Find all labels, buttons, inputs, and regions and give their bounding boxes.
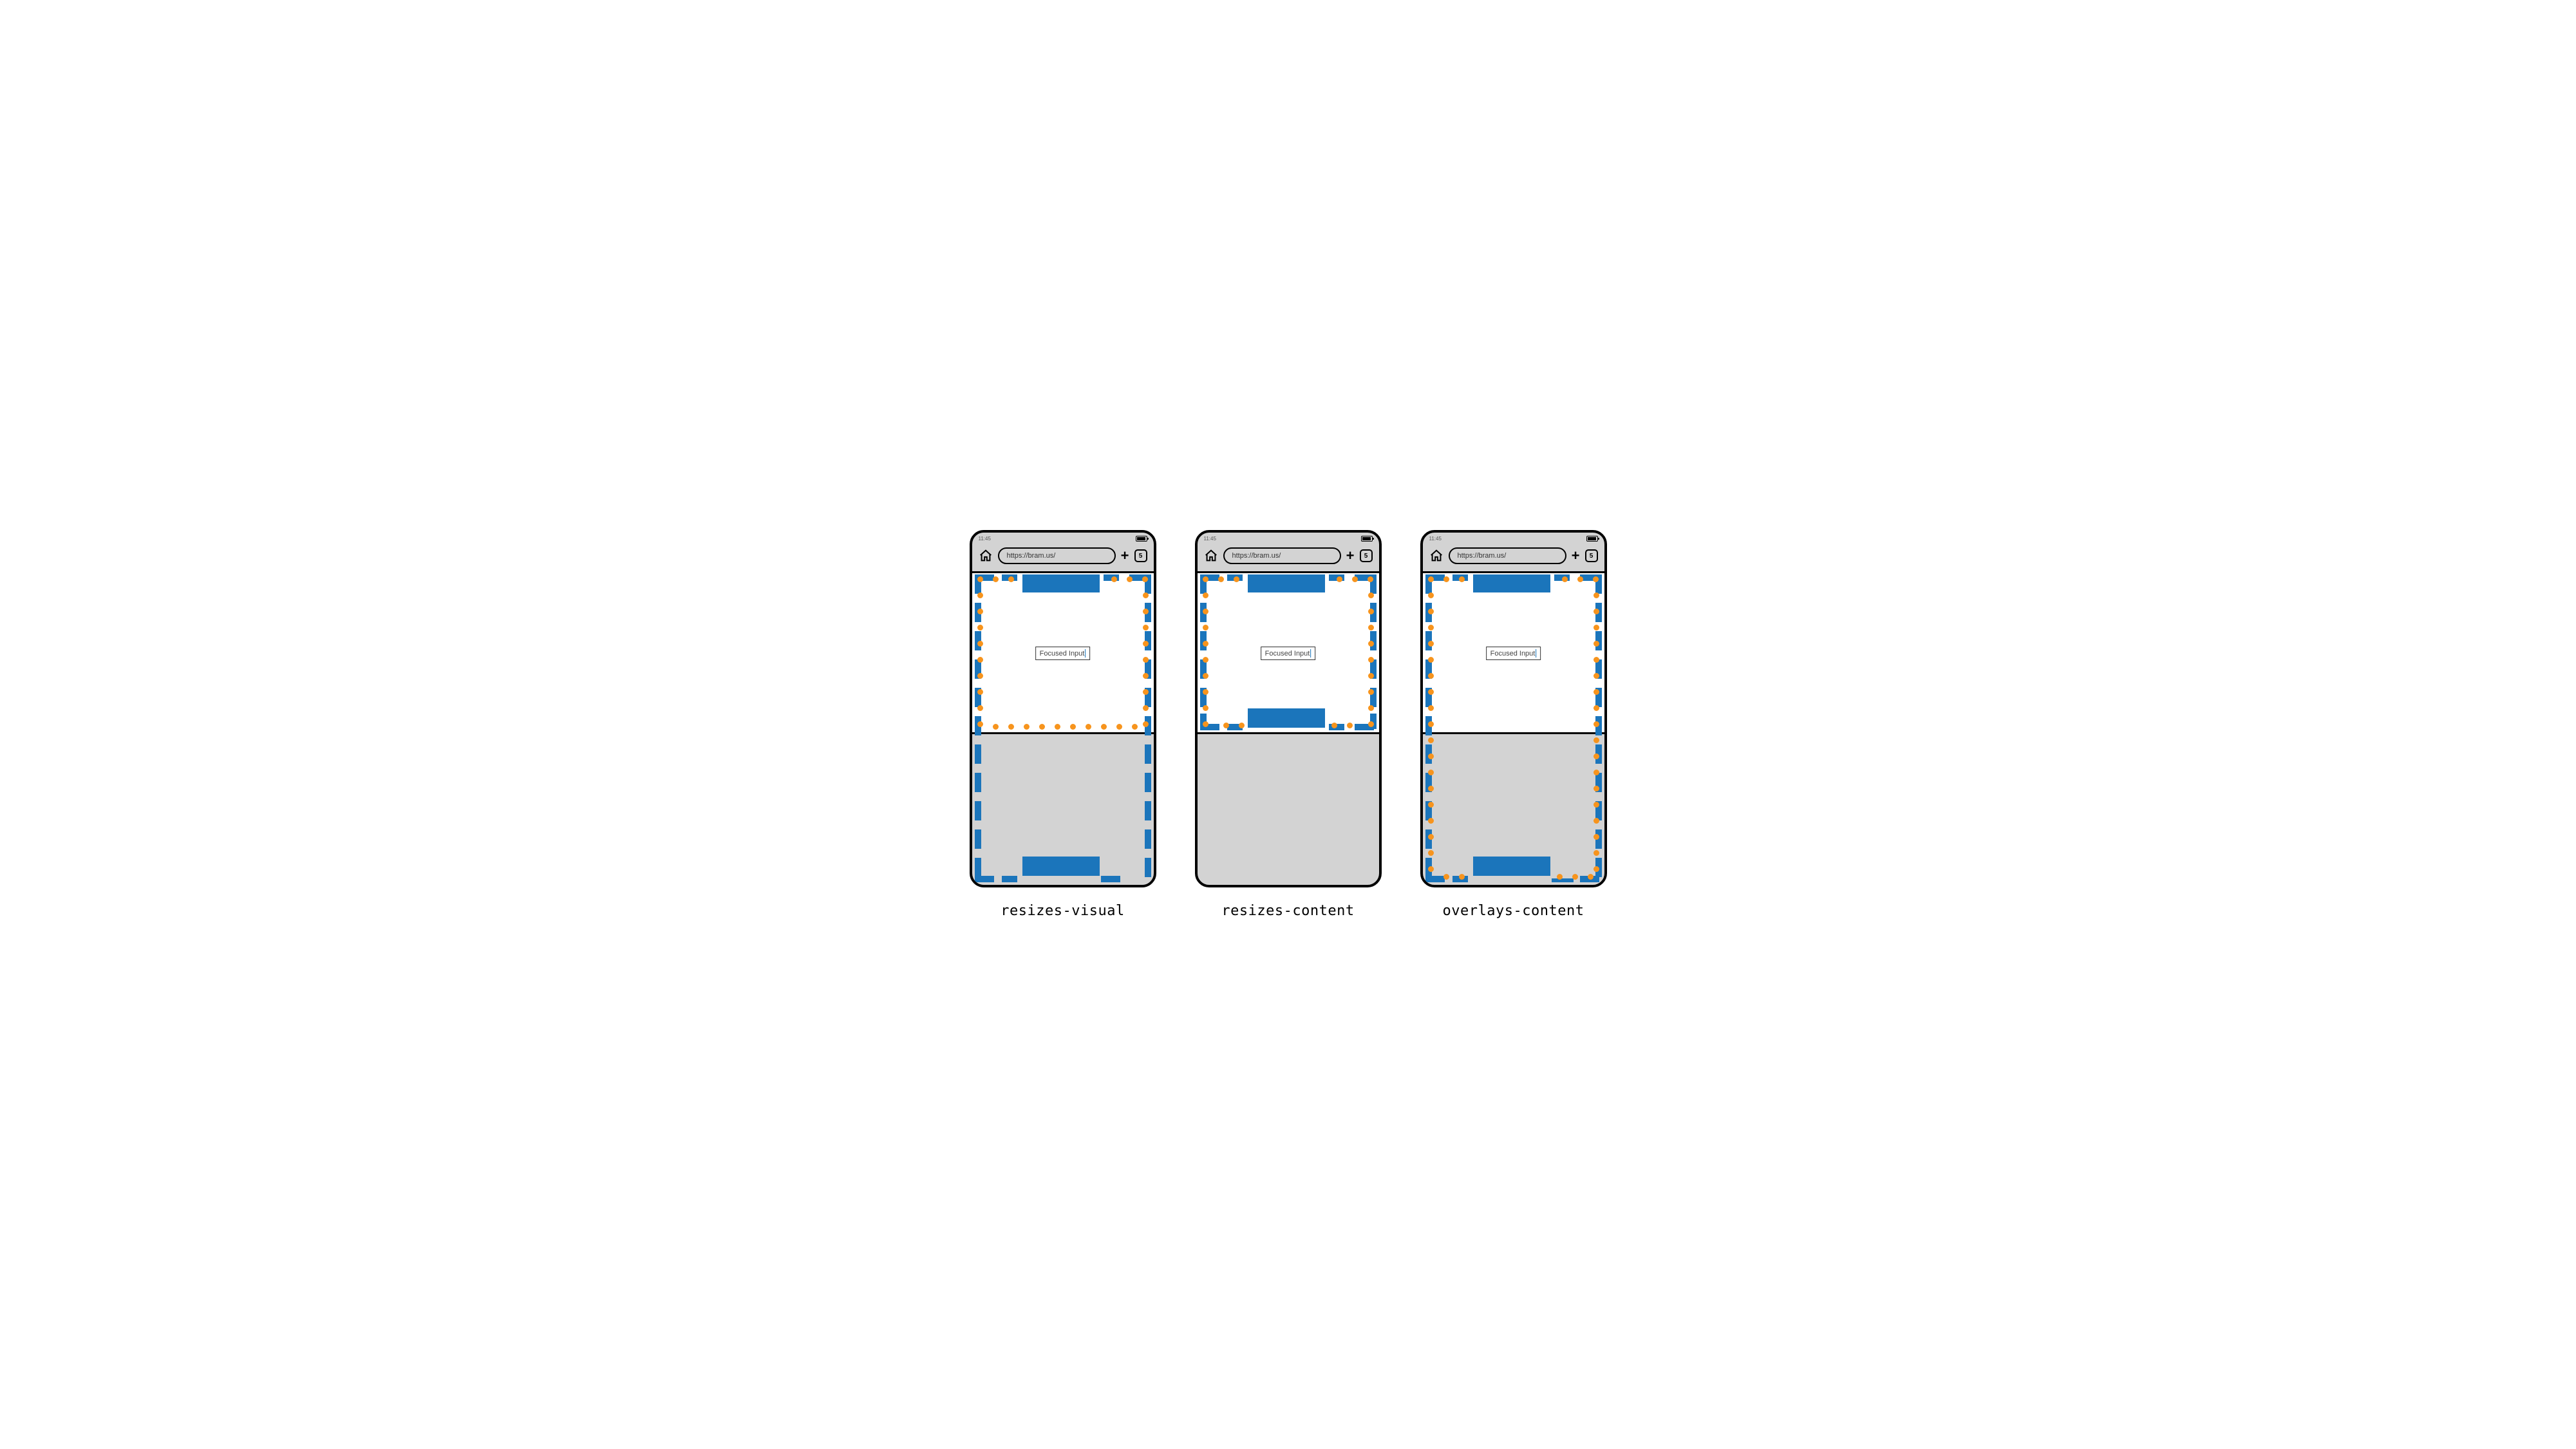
text-cursor xyxy=(1085,649,1086,658)
status-time: 11:45 xyxy=(979,536,991,542)
tab-count-badge[interactable]: 5 xyxy=(1134,549,1147,562)
browser-toolbar: https://bram.us/ + 5 xyxy=(1198,544,1379,571)
viewport: Focused Input xyxy=(1198,571,1379,885)
column-overlays-content: 11:45 https://bram.us/ + 5 xyxy=(1420,530,1607,919)
caption: resizes-content xyxy=(1221,903,1354,919)
diagram-stage: 11:45 https://bram.us/ + 5 xyxy=(944,504,1633,945)
viewport: Focused Input xyxy=(972,571,1154,885)
status-bar: 11:45 xyxy=(1198,533,1379,544)
column-resizes-content: 11:45 https://bram.us/ + 5 xyxy=(1195,530,1382,919)
home-icon[interactable] xyxy=(1204,549,1218,563)
status-bar: 11:45 xyxy=(1423,533,1604,544)
battery-icon xyxy=(1586,536,1598,542)
url-bar[interactable]: https://bram.us/ xyxy=(998,547,1116,564)
phone-mockup: 11:45 https://bram.us/ + 5 xyxy=(970,530,1156,887)
url-bar[interactable]: https://bram.us/ xyxy=(1223,547,1341,564)
url-text: https://bram.us/ xyxy=(1458,552,1507,560)
status-time: 11:45 xyxy=(1204,536,1216,542)
new-tab-icon[interactable]: + xyxy=(1572,549,1580,563)
new-tab-icon[interactable]: + xyxy=(1121,549,1129,563)
caption: resizes-visual xyxy=(1001,903,1124,919)
viewport: Focused Input xyxy=(1423,571,1604,885)
home-icon[interactable] xyxy=(979,549,993,563)
footer-element xyxy=(1022,857,1100,876)
keyboard-divider xyxy=(972,732,1154,734)
input-label: Focused Input xyxy=(1265,650,1310,658)
phone-mockup: 11:45 https://bram.us/ + 5 xyxy=(1195,530,1382,887)
header-element xyxy=(1473,574,1550,592)
footer-element xyxy=(1473,857,1550,876)
tab-count-badge[interactable]: 5 xyxy=(1585,549,1598,562)
url-bar[interactable]: https://bram.us/ xyxy=(1449,547,1566,564)
url-text: https://bram.us/ xyxy=(1232,552,1281,560)
input-label: Focused Input xyxy=(1040,650,1085,658)
input-label: Focused Input xyxy=(1490,650,1536,658)
status-bar: 11:45 xyxy=(972,533,1154,544)
keyboard-divider xyxy=(1423,732,1604,734)
battery-icon xyxy=(1136,536,1147,542)
browser-toolbar: https://bram.us/ + 5 xyxy=(1423,544,1604,571)
tab-count-badge[interactable]: 5 xyxy=(1360,549,1373,562)
battery-icon xyxy=(1361,536,1373,542)
home-icon[interactable] xyxy=(1429,549,1443,563)
focused-input[interactable]: Focused Input xyxy=(1035,647,1091,660)
text-cursor xyxy=(1310,649,1311,658)
browser-toolbar: https://bram.us/ + 5 xyxy=(972,544,1154,571)
new-tab-icon[interactable]: + xyxy=(1346,549,1355,563)
focused-input[interactable]: Focused Input xyxy=(1261,647,1316,660)
phone-mockup: 11:45 https://bram.us/ + 5 xyxy=(1420,530,1607,887)
header-element xyxy=(1248,574,1325,592)
column-resizes-visual: 11:45 https://bram.us/ + 5 xyxy=(970,530,1156,919)
caption: overlays-content xyxy=(1443,903,1584,919)
header-element xyxy=(1022,574,1100,592)
keyboard-divider xyxy=(1198,732,1379,734)
footer-element xyxy=(1248,708,1325,728)
url-text: https://bram.us/ xyxy=(1007,552,1056,560)
status-time: 11:45 xyxy=(1429,536,1442,542)
focused-input[interactable]: Focused Input xyxy=(1486,647,1541,660)
